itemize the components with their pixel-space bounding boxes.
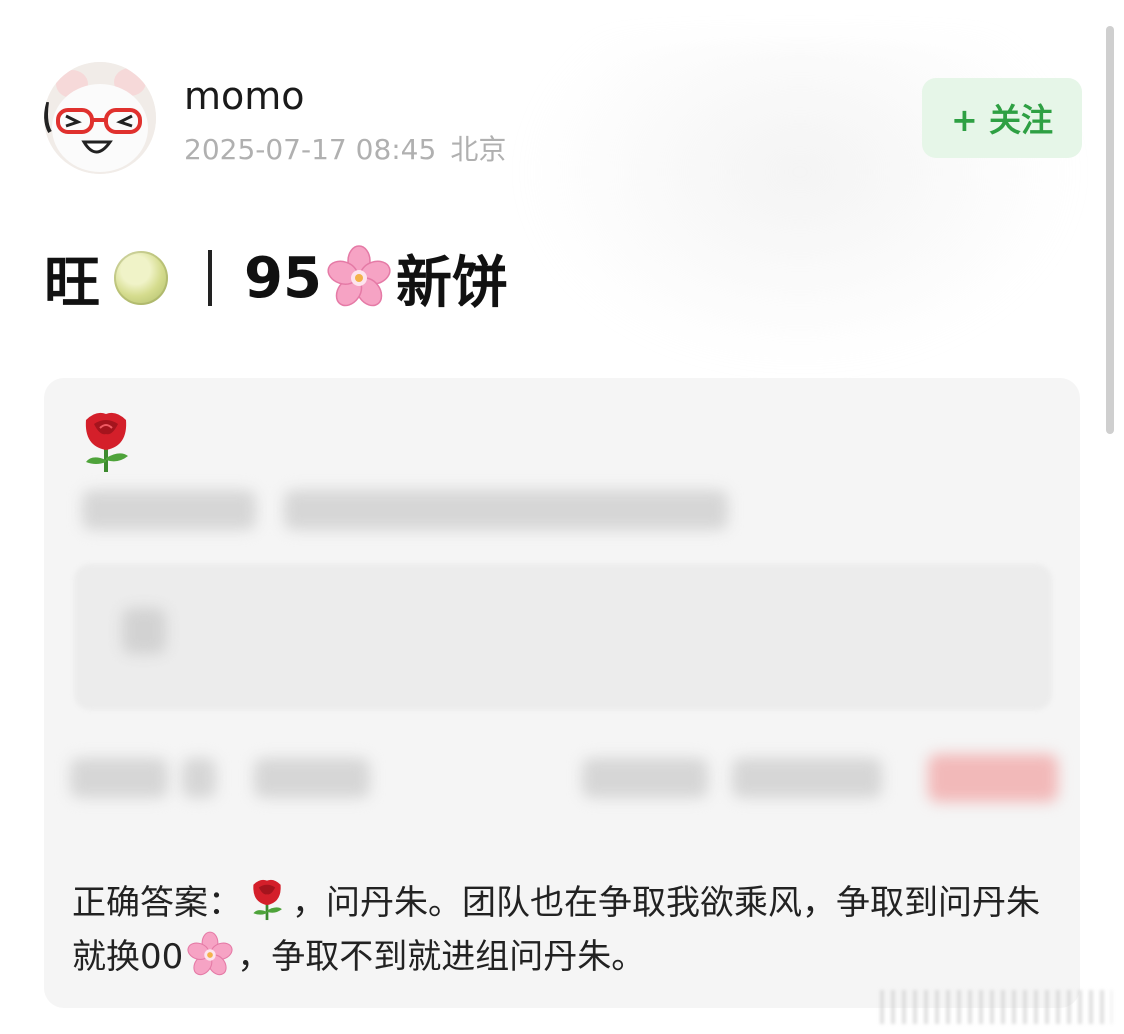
follow-button[interactable]: + 关注: [922, 78, 1082, 158]
answer-text-part3: ，争取不到就进组问丹朱。: [237, 937, 646, 977]
blurred-text-line: [284, 490, 728, 530]
answer-text-part1: 正确答案：: [72, 883, 242, 923]
avatar-cartoon-icon: [44, 62, 156, 174]
blurred-footer-text: [732, 758, 882, 798]
post-title: 旺 95 新饼: [44, 240, 508, 316]
title-divider: [208, 250, 212, 306]
avatar[interactable]: [44, 62, 156, 174]
blurred-footer-text: [582, 758, 708, 798]
post-location: 北京: [450, 133, 507, 166]
blurred-footer-text: [182, 758, 216, 798]
answer-text: 正确答案： ，问丹朱。团队也在争取我欲乘风，争取到问丹朱就换00 ，争取不到就进…: [72, 876, 1062, 984]
rose-icon: [253, 879, 282, 921]
post-timestamp: 2025-07-17 08:45: [184, 133, 437, 166]
blurred-text-line: [82, 490, 256, 530]
blurred-quote-box: [74, 564, 1052, 710]
scrollbar[interactable]: [1106, 26, 1114, 434]
content-card: 正确答案： ，问丹朱。团队也在争取我欲乘风，争取到问丹朱就换00 ，争取不到就进…: [44, 378, 1080, 1008]
post-meta: 2025-07-17 08:45 北京: [184, 132, 520, 168]
blurred-footer-text: [254, 758, 370, 798]
rose-icon: [85, 412, 128, 472]
title-number: 95: [244, 245, 322, 311]
watermark: [880, 990, 1112, 1024]
cherry-blossom-icon: [187, 931, 233, 976]
blurred-footer-link: [928, 754, 1058, 802]
title-text-left: 旺: [44, 250, 100, 316]
melon-icon: [114, 251, 168, 305]
post-page: momo 2025-07-17 08:45 北京 + 关注 旺 95 新饼 正确…: [0, 0, 1124, 1034]
author-name[interactable]: momo: [184, 74, 305, 118]
blurred-quote-text: [122, 608, 166, 654]
cherry-blossom-icon: [327, 245, 391, 307]
blurred-footer-text: [70, 758, 168, 798]
title-text-right: 新饼: [395, 250, 508, 316]
